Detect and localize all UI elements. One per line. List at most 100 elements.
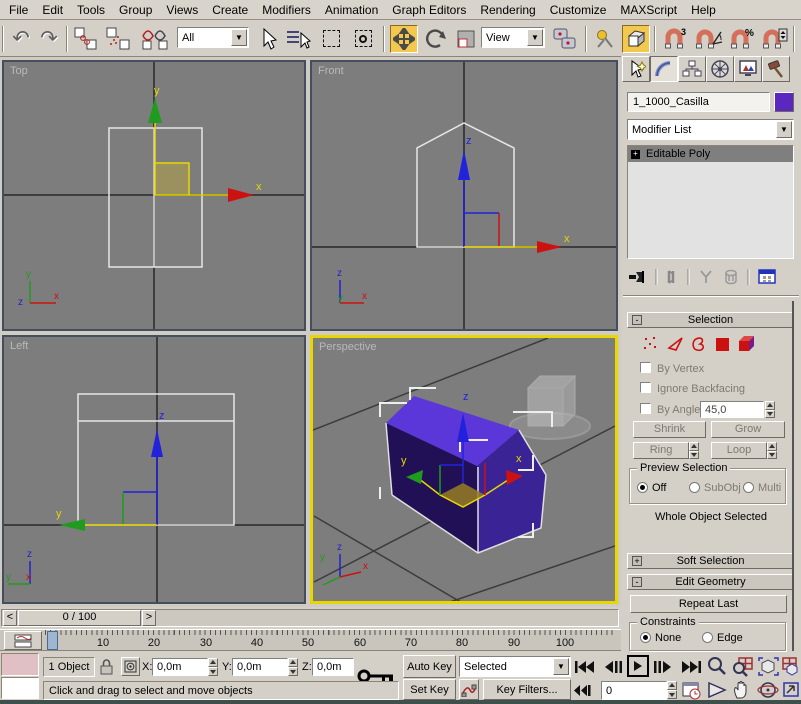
y-coordinate-field[interactable]: 0,0m (232, 658, 288, 676)
maxscript-listener-mini[interactable] (1, 677, 39, 699)
snaps-toggle-icon[interactable]: 3 (659, 25, 689, 53)
selection-lock-icon[interactable] (99, 657, 114, 676)
grow-button[interactable]: Grow (711, 421, 785, 438)
rollout-edit-geometry[interactable]: - Edit Geometry (627, 574, 794, 590)
modifier-list-dropdown[interactable]: Modifier List ▼ (627, 119, 794, 140)
by-angle-checkbox[interactable] (640, 403, 651, 414)
current-frame-field[interactable]: 0 (601, 681, 667, 700)
select-and-scale-icon[interactable] (453, 25, 479, 53)
ring-spinner[interactable] (689, 442, 699, 459)
tab-hierarchy[interactable] (678, 56, 706, 82)
key-mode-toggle[interactable] (571, 681, 593, 700)
select-and-manipulate-icon[interactable] (592, 25, 618, 53)
collapse-icon[interactable]: - (632, 577, 642, 587)
expand-icon[interactable]: + (631, 150, 640, 159)
zoom-all-button[interactable] (731, 656, 754, 677)
dropdown-arrow-icon[interactable]: ▼ (231, 29, 247, 46)
track-bar[interactable]: 0 10 20 30 40 50 60 70 80 90 100 (0, 629, 621, 651)
angle-snap-toggle-icon[interactable] (692, 25, 724, 53)
ignore-backfacing-checkbox[interactable] (640, 382, 651, 393)
menu-help[interactable]: Help (684, 0, 723, 20)
play-animation-button[interactable] (627, 655, 649, 677)
viewport-left[interactable]: z y z y x Left (2, 335, 306, 604)
tab-utilities[interactable] (762, 56, 790, 82)
unlink-selection-icon[interactable] (104, 25, 132, 52)
rollout-soft-selection[interactable]: + Soft Selection (627, 553, 794, 569)
min-max-toggle-button[interactable] (782, 680, 801, 700)
constraint-none-radio[interactable] (640, 632, 651, 643)
time-configuration-button[interactable] (682, 681, 702, 700)
macro-recorder-mini[interactable] (1, 653, 39, 676)
redo-icon[interactable]: ↷ (36, 24, 62, 52)
modifier-stack-row[interactable]: + Editable Poly (628, 146, 793, 162)
zoom-extents-all-button[interactable] (782, 656, 801, 677)
selection-filter-dropdown[interactable]: All ▼ (177, 27, 249, 48)
preview-off-radio[interactable] (637, 482, 648, 493)
menu-edit[interactable]: Edit (35, 0, 70, 20)
zoom-button[interactable] (706, 656, 728, 677)
preview-subobj-radio[interactable] (689, 482, 700, 493)
use-pivot-point-center-icon[interactable] (550, 25, 580, 53)
arc-rotate-button[interactable] (757, 680, 780, 700)
window-crossing-icon[interactable] (349, 25, 377, 52)
rollout-selection[interactable]: - Selection (627, 312, 794, 328)
zoom-extents-button[interactable] (757, 656, 780, 677)
gizmo-z-arrow[interactable] (151, 429, 163, 457)
menu-views[interactable]: Views (159, 0, 205, 20)
constraint-edge-radio[interactable] (702, 632, 713, 643)
shrink-button[interactable]: Shrink (633, 421, 706, 438)
z-coordinate-field[interactable]: 0,0m (312, 658, 354, 676)
menu-file[interactable]: File (2, 0, 35, 20)
pan-view-button[interactable] (731, 680, 754, 700)
by-vertex-checkbox[interactable] (640, 362, 651, 373)
gizmo-y-arrow[interactable] (59, 519, 85, 531)
tab-modify[interactable] (650, 56, 678, 82)
current-frame-indicator[interactable] (47, 631, 58, 650)
go-to-end-button[interactable] (679, 657, 703, 677)
modifier-stack[interactable]: + Editable Poly (627, 145, 794, 259)
undo-icon[interactable]: ↶ (8, 24, 34, 52)
percent-snap-toggle-icon[interactable]: % (727, 25, 757, 53)
spinner-snap-toggle-icon[interactable] (759, 25, 789, 53)
absolute-offset-toggle[interactable] (121, 657, 140, 676)
menu-customize[interactable]: Customize (543, 0, 614, 20)
viewport-front[interactable]: z x z x y Front (310, 60, 618, 331)
field-of-view-button[interactable] (706, 680, 729, 700)
viewport-perspective[interactable]: z y x z x y Perspective (310, 335, 618, 604)
loop-button[interactable]: Loop (711, 442, 767, 459)
open-mini-curve-editor-button[interactable] (4, 631, 42, 650)
menu-modifiers[interactable]: Modifiers (255, 0, 318, 20)
time-slider-next-button[interactable]: > (142, 610, 156, 626)
loop-spinner[interactable] (767, 442, 777, 459)
bind-to-space-warp-icon[interactable] (138, 25, 172, 52)
go-to-start-button[interactable] (573, 657, 597, 677)
menu-group[interactable]: Group (112, 0, 159, 20)
tab-display[interactable] (734, 56, 762, 82)
keyboard-shortcut-override-icon[interactable] (622, 25, 650, 53)
select-by-name-icon[interactable] (284, 25, 312, 52)
gizmo-x-arrow[interactable] (228, 188, 254, 202)
x-spinner[interactable] (208, 658, 218, 676)
menu-graph-editors[interactable]: Graph Editors (385, 0, 473, 20)
gizmo-y-arrow[interactable] (148, 98, 162, 123)
select-and-rotate-icon[interactable] (422, 25, 450, 53)
preview-multi-radio[interactable] (743, 482, 754, 493)
gizmo-x-arrow[interactable] (537, 241, 562, 253)
by-angle-spinner[interactable] (765, 401, 775, 418)
reference-coordinate-dropdown[interactable]: View ▼ (481, 27, 545, 48)
key-filters-button[interactable]: Key Filters... (483, 679, 571, 700)
frame-spinner[interactable] (667, 681, 677, 699)
tab-create[interactable] (622, 56, 650, 82)
viewport-top[interactable]: y x y x z Top (2, 60, 306, 331)
panel-scrollbar[interactable] (792, 301, 794, 651)
x-coordinate-field[interactable]: 0,0m (152, 658, 208, 676)
by-angle-field[interactable]: 45,0 (700, 401, 764, 418)
select-and-link-icon[interactable] (72, 25, 100, 52)
time-slider-handle[interactable]: 0 / 100 (18, 610, 141, 626)
menu-rendering[interactable]: Rendering (473, 0, 542, 20)
dropdown-arrow-icon[interactable]: ▼ (553, 658, 569, 675)
select-object-icon[interactable] (255, 25, 281, 52)
object-color-swatch[interactable] (774, 92, 794, 112)
menu-create[interactable]: Create (205, 0, 255, 20)
menu-tools[interactable]: Tools (70, 0, 112, 20)
